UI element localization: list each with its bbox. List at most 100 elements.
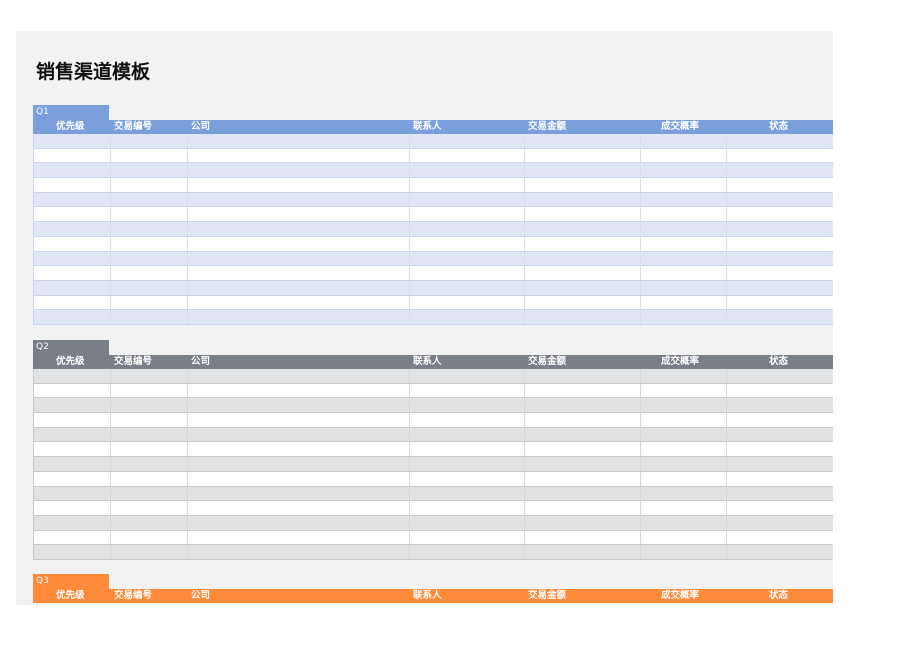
table-cell[interactable]	[727, 428, 833, 442]
table-cell[interactable]	[410, 251, 526, 266]
header-status[interactable]: 状态	[727, 120, 833, 134]
table-cell[interactable]	[641, 383, 728, 398]
table-cell[interactable]	[34, 457, 111, 471]
header-status[interactable]: 状态	[727, 355, 833, 369]
header-deal-id[interactable]: 交易编号	[110, 120, 187, 134]
table-cell[interactable]	[111, 530, 188, 545]
table-cell[interactable]	[641, 266, 728, 280]
table-cell[interactable]	[727, 369, 833, 383]
table-cell[interactable]	[111, 207, 188, 222]
table-cell[interactable]	[727, 163, 833, 177]
table-cell[interactable]	[34, 295, 111, 310]
table-cell[interactable]	[727, 296, 833, 310]
table-cell[interactable]	[34, 530, 111, 545]
table-cell[interactable]	[188, 134, 410, 148]
table-cell[interactable]	[188, 530, 410, 545]
table-cell[interactable]	[188, 178, 410, 192]
table-cell[interactable]	[525, 427, 642, 442]
table-cell[interactable]	[410, 457, 526, 471]
table-cell[interactable]	[111, 413, 188, 427]
table-cell[interactable]	[111, 251, 188, 266]
table-cell[interactable]	[410, 442, 526, 457]
table-cell[interactable]	[525, 134, 642, 148]
table-cell[interactable]	[111, 295, 188, 310]
table-cell[interactable]	[525, 207, 642, 222]
table-cell[interactable]	[410, 530, 526, 545]
table-cell[interactable]	[111, 280, 188, 295]
table-cell[interactable]	[34, 398, 111, 413]
table-cell[interactable]	[188, 163, 410, 178]
table-cell[interactable]	[525, 457, 642, 471]
table-cell[interactable]	[641, 310, 728, 324]
table-cell[interactable]	[188, 207, 410, 222]
table-cell[interactable]	[641, 398, 728, 413]
table-cell[interactable]	[641, 427, 728, 442]
table-cell[interactable]	[525, 486, 642, 501]
table-cell[interactable]	[410, 471, 526, 486]
table-cell[interactable]	[525, 369, 642, 383]
table-cell[interactable]	[188, 486, 410, 501]
table-cell[interactable]	[525, 266, 642, 280]
table-cell[interactable]	[410, 545, 526, 559]
table-cell[interactable]	[111, 163, 188, 178]
header-deal-id[interactable]: 交易编号	[110, 355, 187, 369]
header-contact[interactable]: 联系人	[409, 355, 525, 369]
table-cell[interactable]	[727, 545, 833, 559]
table-cell[interactable]	[34, 545, 111, 559]
table-cell[interactable]	[641, 515, 728, 530]
table-cell[interactable]	[410, 266, 526, 280]
table-cell[interactable]	[188, 427, 410, 442]
table-cell[interactable]	[111, 222, 188, 236]
table-cell[interactable]	[641, 295, 728, 310]
table-cell[interactable]	[410, 413, 526, 427]
table-cell[interactable]	[410, 207, 526, 222]
table-cell[interactable]	[727, 501, 833, 515]
table-cell[interactable]	[34, 442, 111, 457]
table-cell[interactable]	[111, 236, 188, 251]
table-cell[interactable]	[641, 163, 728, 178]
table-cell[interactable]	[34, 501, 111, 515]
table-cell[interactable]	[34, 251, 111, 266]
table-cell[interactable]	[410, 369, 526, 383]
table-cell[interactable]	[111, 545, 188, 559]
table-cell[interactable]	[641, 251, 728, 266]
table-cell[interactable]	[727, 193, 833, 207]
table-cell[interactable]	[727, 237, 833, 251]
table-cell[interactable]	[34, 192, 111, 207]
table-cell[interactable]	[727, 207, 833, 221]
table-cell[interactable]	[111, 310, 188, 324]
table-cell[interactable]	[34, 222, 111, 236]
table-cell[interactable]	[188, 251, 410, 266]
header-probability[interactable]: 成交概率	[641, 120, 727, 134]
table-cell[interactable]	[525, 192, 642, 207]
table-cell[interactable]	[641, 501, 728, 515]
table-cell[interactable]	[727, 413, 833, 427]
table-cell[interactable]	[188, 398, 410, 413]
table-cell[interactable]	[525, 515, 642, 530]
header-deal-amount[interactable]: 交易金额	[525, 355, 641, 369]
table-cell[interactable]	[525, 413, 642, 427]
table-cell[interactable]	[111, 148, 188, 163]
table-cell[interactable]	[525, 310, 642, 324]
table-cell[interactable]	[111, 134, 188, 148]
table-cell[interactable]	[111, 178, 188, 192]
table-cell[interactable]	[34, 280, 111, 295]
table-cell[interactable]	[525, 501, 642, 515]
header-deal-amount[interactable]: 交易金额	[525, 589, 641, 603]
header-company[interactable]: 公司	[187, 120, 409, 134]
table-cell[interactable]	[641, 413, 728, 427]
table-cell[interactable]	[34, 413, 111, 427]
table-cell[interactable]	[525, 280, 642, 295]
table-cell[interactable]	[111, 427, 188, 442]
table-cell[interactable]	[525, 251, 642, 266]
table-cell[interactable]	[34, 134, 111, 148]
table-cell[interactable]	[111, 398, 188, 413]
table-cell[interactable]	[188, 471, 410, 486]
table-cell[interactable]	[34, 427, 111, 442]
table-cell[interactable]	[525, 545, 642, 559]
table-cell[interactable]	[641, 178, 728, 192]
table-cell[interactable]	[34, 163, 111, 178]
table-cell[interactable]	[34, 310, 111, 324]
table-cell[interactable]	[188, 442, 410, 457]
header-deal-amount[interactable]: 交易金额	[525, 120, 641, 134]
